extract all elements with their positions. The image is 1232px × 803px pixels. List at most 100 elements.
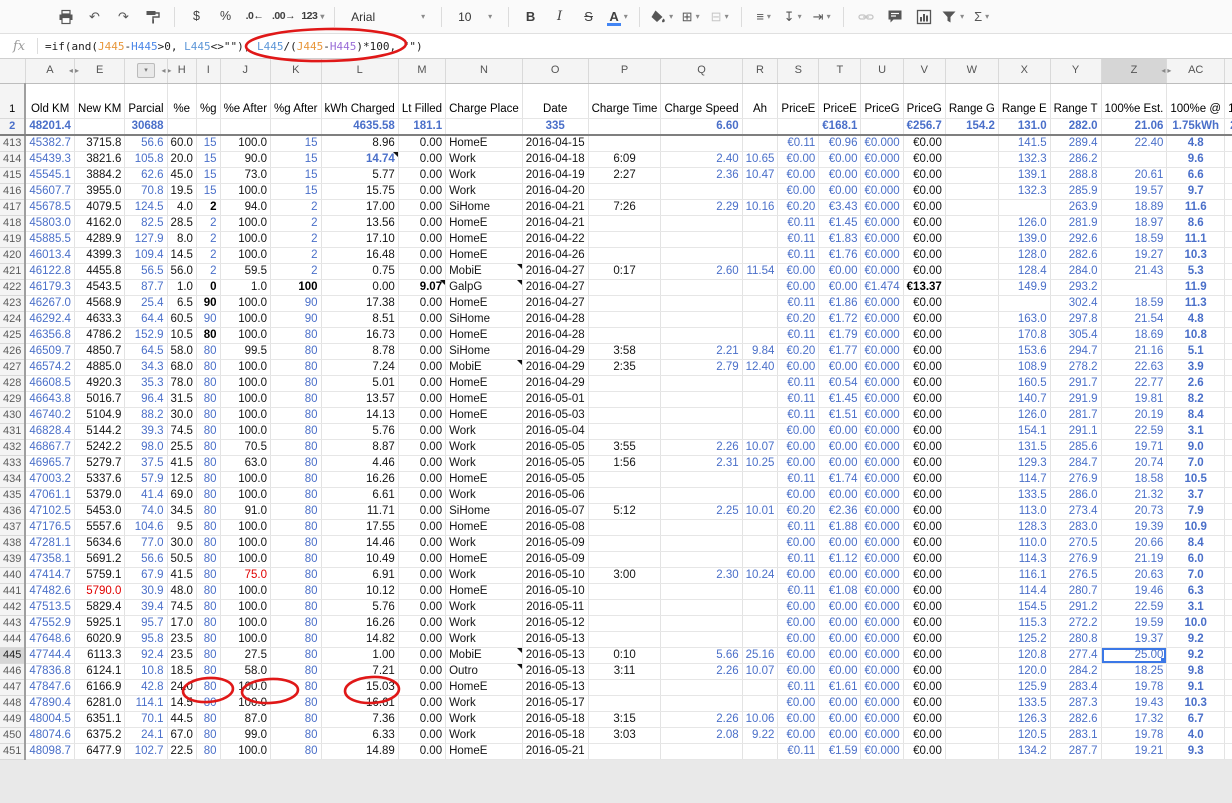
- cell-U428[interactable]: €0.000: [861, 376, 903, 392]
- cell-I429[interactable]: 80: [196, 392, 220, 408]
- cell-E415[interactable]: 3884.2: [74, 168, 124, 184]
- cell-I436[interactable]: 80: [196, 504, 220, 520]
- cell-E450[interactable]: 6375.2: [74, 728, 124, 744]
- cell-U424[interactable]: €0.000: [861, 312, 903, 328]
- column-header-AD[interactable]: AD◂: [1225, 59, 1232, 83]
- cell-AC424[interactable]: 4.8: [1167, 312, 1225, 328]
- cell-U414[interactable]: €0.000: [861, 152, 903, 168]
- cell-Q427[interactable]: 2.79: [661, 360, 742, 376]
- cell-X414[interactable]: 132.3: [998, 152, 1050, 168]
- cell-M426[interactable]: 0.00: [398, 344, 445, 360]
- cell-X413[interactable]: 141.5: [998, 135, 1050, 152]
- cell-W417[interactable]: [945, 200, 998, 216]
- functions-button[interactable]: Σ▾: [970, 5, 993, 29]
- cell-Z441[interactable]: 19.46: [1101, 584, 1167, 600]
- cell-O447[interactable]: 2016-05-13: [522, 680, 588, 696]
- cell-M418[interactable]: 0.00: [398, 216, 445, 232]
- cell-AD421[interactable]: 3.7: [1225, 264, 1232, 280]
- undo-button[interactable]: ↶: [83, 5, 106, 29]
- cell-U441[interactable]: €0.000: [861, 584, 903, 600]
- cell-I434[interactable]: 80: [196, 472, 220, 488]
- cell-Z413[interactable]: 22.40: [1101, 135, 1167, 152]
- cell-AD439[interactable]: 4.2: [1225, 552, 1232, 568]
- cell-A440[interactable]: 47414.7: [25, 568, 74, 584]
- cell-W418[interactable]: [945, 216, 998, 232]
- row-header-448[interactable]: 448: [0, 696, 25, 712]
- cell-U435[interactable]: €0.000: [861, 488, 903, 504]
- cell-Q426[interactable]: 2.21: [661, 344, 742, 360]
- header-cell-H1[interactable]: %e: [167, 83, 196, 118]
- cell-J446[interactable]: 58.0: [220, 664, 270, 680]
- cell-W430[interactable]: [945, 408, 998, 424]
- cell-A444[interactable]: 47648.6: [25, 632, 74, 648]
- cell-Z444[interactable]: 19.37: [1101, 632, 1167, 648]
- column-header-S[interactable]: S: [778, 59, 819, 83]
- cell-T432[interactable]: €0.00: [819, 440, 861, 456]
- cell-S430[interactable]: €0.11: [778, 408, 819, 424]
- cell-U415[interactable]: €0.000: [861, 168, 903, 184]
- cell-U417[interactable]: €0.000: [861, 200, 903, 216]
- cell-Z424[interactable]: 21.54: [1101, 312, 1167, 328]
- cell-S437[interactable]: €0.11: [778, 520, 819, 536]
- cell-P425[interactable]: [588, 328, 661, 344]
- header-cell-W2[interactable]: 154.2: [945, 118, 998, 135]
- cell-W438[interactable]: [945, 536, 998, 552]
- cell-Y413[interactable]: 289.4: [1050, 135, 1101, 152]
- cell-P442[interactable]: [588, 600, 661, 616]
- cell-R446[interactable]: 10.07: [742, 664, 778, 680]
- cell-Y415[interactable]: 288.8: [1050, 168, 1101, 184]
- cell-E439[interactable]: 5691.2: [74, 552, 124, 568]
- cell-AC450[interactable]: 4.0: [1167, 728, 1225, 744]
- cell-Q417[interactable]: 2.29: [661, 200, 742, 216]
- cell-P424[interactable]: [588, 312, 661, 328]
- cell-Z447[interactable]: 19.78: [1101, 680, 1167, 696]
- cell-N413[interactable]: HomeE: [446, 135, 523, 152]
- cell-Q451[interactable]: [661, 744, 742, 760]
- column-header-H[interactable]: ▸H: [167, 59, 196, 83]
- cell-V416[interactable]: €0.00: [903, 184, 945, 200]
- cell-X446[interactable]: 120.0: [998, 664, 1050, 680]
- cell-J423[interactable]: 100.0: [220, 296, 270, 312]
- cell-E434[interactable]: 5337.6: [74, 472, 124, 488]
- cell-Z421[interactable]: 21.43: [1101, 264, 1167, 280]
- cell-X444[interactable]: 125.2: [998, 632, 1050, 648]
- cell-H446[interactable]: 18.5: [167, 664, 196, 680]
- cell-O418[interactable]: 2016-04-21: [522, 216, 588, 232]
- cell-L449[interactable]: 7.36: [321, 712, 398, 728]
- cell-Y446[interactable]: 284.2: [1050, 664, 1101, 680]
- header-cell-T1[interactable]: PriceE: [819, 83, 861, 118]
- header-cell-Q2[interactable]: 6.60: [661, 118, 742, 135]
- cell-Z432[interactable]: 19.71: [1101, 440, 1167, 456]
- cell-X443[interactable]: 115.3: [998, 616, 1050, 632]
- cell-A422[interactable]: 46179.3: [25, 280, 74, 296]
- cell-S424[interactable]: €0.20: [778, 312, 819, 328]
- cell-Q429[interactable]: [661, 392, 742, 408]
- cell-T429[interactable]: €1.45: [819, 392, 861, 408]
- cell-P430[interactable]: [588, 408, 661, 424]
- cell-AC419[interactable]: 11.1: [1167, 232, 1225, 248]
- cell-T421[interactable]: €0.00: [819, 264, 861, 280]
- cell-AD420[interactable]: 7.2: [1225, 248, 1232, 264]
- cell-U440[interactable]: €0.000: [861, 568, 903, 584]
- cell-V418[interactable]: €0.00: [903, 216, 945, 232]
- column-header-Q[interactable]: Q: [661, 59, 742, 83]
- cell-L431[interactable]: 5.76: [321, 424, 398, 440]
- row-header-439[interactable]: 439: [0, 552, 25, 568]
- cell-Z439[interactable]: 21.19: [1101, 552, 1167, 568]
- header-cell-I1[interactable]: %g: [196, 83, 220, 118]
- cell-T413[interactable]: €0.96: [819, 135, 861, 152]
- font-size-select[interactable]: 10▾: [452, 5, 498, 29]
- cell-V435[interactable]: €0.00: [903, 488, 945, 504]
- group-collapse-icon[interactable]: ◂: [69, 67, 73, 75]
- cell-E438[interactable]: 5634.6: [74, 536, 124, 552]
- cell-I428[interactable]: 80: [196, 376, 220, 392]
- cell-Q421[interactable]: 2.60: [661, 264, 742, 280]
- cell-Z446[interactable]: 18.25: [1101, 664, 1167, 680]
- cell-O437[interactable]: 2016-05-08: [522, 520, 588, 536]
- cell-A416[interactable]: 45607.7: [25, 184, 74, 200]
- cell-O438[interactable]: 2016-05-09: [522, 536, 588, 552]
- cell-V420[interactable]: €0.00: [903, 248, 945, 264]
- header-cell-L2[interactable]: 4635.58: [321, 118, 398, 135]
- cell-L435[interactable]: 6.61: [321, 488, 398, 504]
- cell-F442[interactable]: 39.4: [125, 600, 167, 616]
